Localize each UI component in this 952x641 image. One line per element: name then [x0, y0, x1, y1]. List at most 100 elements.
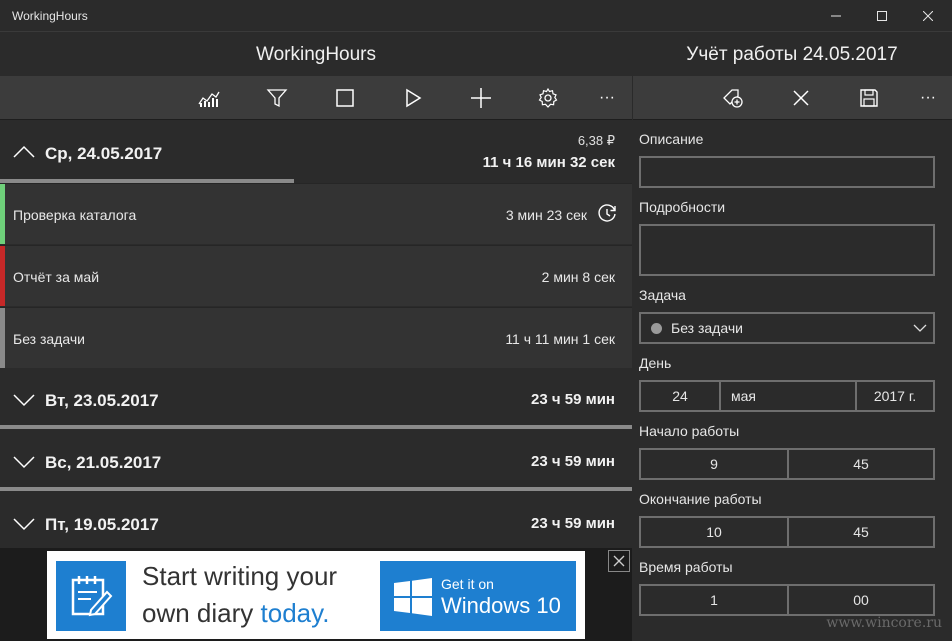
maximize-icon — [877, 11, 887, 21]
duration-label: Время работы — [639, 559, 733, 575]
close-icon — [923, 11, 933, 21]
watermark: www.wincore.ru — [826, 615, 942, 631]
description-label: Описание — [639, 131, 704, 147]
filter-button[interactable] — [253, 76, 301, 120]
add-icon — [471, 88, 491, 108]
close-icon — [613, 555, 625, 567]
task-row[interactable]: Отчёт за май 2 мин 8 сек — [0, 245, 632, 306]
ad-subline: own diary today. — [142, 598, 329, 629]
toolbar-divider — [632, 76, 633, 120]
end-time-picker[interactable]: 10 45 — [639, 516, 935, 548]
duration-hour[interactable]: 1 — [641, 586, 789, 614]
badge-small-text: Get it on — [441, 576, 494, 592]
end-hour[interactable]: 10 — [641, 518, 789, 546]
play-icon — [406, 88, 422, 108]
save-button[interactable] — [845, 76, 893, 120]
store-badge[interactable]: Get it on Windows 10 — [380, 561, 576, 631]
save-icon — [860, 89, 878, 107]
date-day[interactable]: 24 — [641, 382, 721, 410]
minimize-icon — [831, 15, 841, 17]
cancel-button[interactable] — [777, 76, 825, 120]
chevron-down-icon — [13, 394, 35, 407]
day-label: Вс, 21.05.2017 — [45, 453, 162, 472]
task-time: 11 ч 11 мин 1 сек — [505, 331, 615, 347]
app-title: WorkingHours — [255, 44, 377, 65]
windows-logo-icon — [394, 578, 432, 616]
task-name: Проверка каталога — [13, 207, 137, 223]
ad-banner[interactable]: Start writing your own diary today. Get … — [0, 548, 632, 641]
description-field[interactable] — [639, 156, 935, 188]
statistics-button[interactable] — [185, 76, 233, 120]
task-time: 2 мин 8 сек — [541, 269, 615, 285]
date-picker[interactable]: 24 мая 2017 г. — [639, 380, 935, 412]
stop-button[interactable] — [321, 76, 369, 120]
ad-close-button[interactable] — [608, 550, 630, 572]
badge-big-text: Windows 10 — [441, 593, 561, 618]
day-cost: 6,38 ₽ — [577, 133, 615, 148]
day-label: Вт, 23.05.2017 — [45, 391, 159, 410]
task-label: Задача — [639, 287, 686, 303]
play-button[interactable] — [389, 76, 437, 120]
new-task-button[interactable] — [709, 76, 757, 120]
window-close-button[interactable] — [905, 0, 951, 32]
start-time-picker[interactable]: 9 45 — [639, 448, 935, 480]
end-minute[interactable]: 45 — [789, 518, 933, 546]
stop-icon — [336, 89, 354, 107]
start-minute[interactable]: 45 — [789, 450, 933, 478]
minimize-button[interactable] — [813, 0, 859, 32]
more-icon: ··· — [599, 89, 615, 106]
task-color-bar — [0, 308, 5, 368]
maximize-button[interactable] — [859, 0, 905, 32]
duration-picker[interactable]: 1 00 — [639, 584, 935, 616]
date-month[interactable]: мая — [721, 382, 857, 410]
day-total: 23 ч 59 мин — [531, 391, 615, 408]
ad-subline-text: own diary — [142, 598, 254, 628]
day-group-header[interactable]: Ср, 24.05.2017 6,38 ₽ 11 ч 16 мин 32 сек — [0, 121, 632, 183]
duration-minute[interactable]: 00 — [789, 586, 933, 614]
details-panel: Описание Подробности Задача Без задачи Д… — [632, 121, 952, 641]
task-row[interactable]: Проверка каталога 3 мин 23 сек — [0, 183, 632, 244]
day-total: 23 ч 59 мин — [531, 515, 615, 532]
day-total: 11 ч 16 мин 32 сек — [482, 154, 615, 171]
app-header: WorkingHours Учёт работы 24.05.2017 — [0, 32, 952, 76]
more-button[interactable]: ··· — [583, 76, 631, 120]
day-group-header[interactable]: Вс, 21.05.2017 23 ч 59 мин — [0, 431, 632, 493]
more-right-button[interactable]: ··· — [904, 76, 952, 120]
day-group-header[interactable]: Пт, 19.05.2017 23 ч 59 мин — [0, 493, 632, 548]
task-time: 3 мин 23 сек — [505, 207, 587, 223]
window-title: WorkingHours — [12, 9, 88, 23]
add-button[interactable] — [457, 76, 505, 120]
details-field[interactable] — [639, 224, 935, 276]
settings-button[interactable] — [524, 76, 572, 120]
detail-title: Учёт работы 24.05.2017 — [686, 44, 898, 65]
new-task-icon — [723, 89, 743, 108]
task-row[interactable]: Без задачи 11 ч 11 мин 1 сек — [0, 307, 632, 368]
day-label: Ср, 24.05.2017 — [45, 144, 163, 163]
ad-highlight: today. — [260, 598, 330, 628]
task-name: Без задачи — [13, 331, 85, 347]
task-color-bar — [0, 246, 5, 306]
chevron-down-icon — [13, 518, 35, 531]
diary-icon — [56, 561, 126, 631]
command-bar: ··· ··· — [0, 76, 952, 120]
task-select[interactable]: Без задачи — [639, 312, 935, 344]
details-label: Подробности — [639, 199, 726, 215]
chevron-down-icon — [13, 456, 35, 469]
chart-icon — [198, 91, 220, 107]
chevron-down-icon — [913, 324, 927, 332]
day-progress-bar — [0, 425, 632, 429]
ad-content[interactable]: Start writing your own diary today. Get … — [47, 551, 585, 639]
task-select-value: Без задачи — [671, 320, 743, 336]
day-label: День — [639, 355, 672, 371]
settings-icon — [538, 87, 558, 108]
chevron-up-icon — [13, 145, 35, 158]
filter-icon — [266, 89, 288, 108]
start-label: Начало работы — [639, 423, 740, 439]
date-year[interactable]: 2017 г. — [857, 382, 933, 410]
start-hour[interactable]: 9 — [641, 450, 789, 478]
more-icon: ··· — [920, 89, 936, 106]
day-label: Пт, 19.05.2017 — [45, 515, 159, 534]
task-color-dot — [651, 323, 662, 334]
title-bar: WorkingHours — [0, 0, 952, 32]
day-group-header[interactable]: Вт, 23.05.2017 23 ч 59 мин — [0, 369, 632, 431]
